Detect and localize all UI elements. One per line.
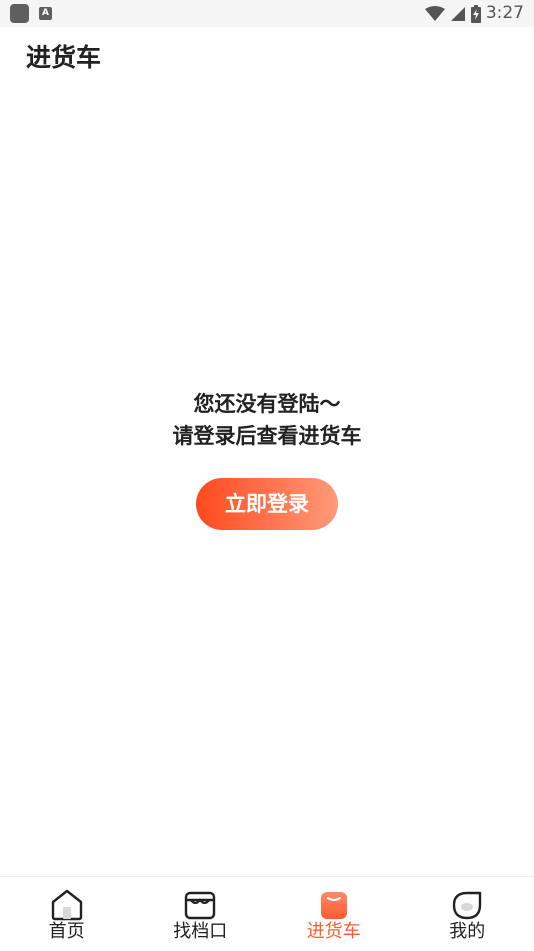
page-title: 进货车	[26, 41, 101, 75]
tab-label: 首页	[0, 921, 134, 943]
battery-icon	[471, 5, 481, 23]
empty-state: 您还没有登陆～ 请登录后查看进货车	[0, 388, 534, 452]
profile-icon	[450, 889, 484, 921]
tab-mine[interactable]: 我的	[401, 877, 534, 951]
status-right: 3:27	[425, 3, 524, 24]
signal-icon	[450, 6, 466, 22]
cart-bag-icon	[317, 889, 351, 921]
store-icon	[183, 889, 217, 921]
tab-home[interactable]: 首页	[0, 877, 134, 951]
empty-state-line-1: 您还没有登陆～	[0, 388, 534, 420]
wifi-icon	[425, 6, 445, 22]
status-left: A	[10, 4, 52, 23]
app-notification-icon	[10, 4, 29, 23]
home-icon	[50, 889, 84, 921]
status-time: 3:27	[486, 3, 524, 24]
tab-label: 找档口	[134, 921, 268, 943]
bottom-tab-bar: 首页 找档口 进货车 我的	[0, 876, 534, 951]
keyboard-a-icon: A	[39, 7, 52, 20]
tab-cart[interactable]: 进货车	[267, 877, 401, 951]
login-button[interactable]: 立即登录	[196, 478, 338, 530]
empty-state-line-2: 请登录后查看进货车	[0, 420, 534, 452]
tab-find-stall[interactable]: 找档口	[134, 877, 268, 951]
status-bar: A 3:27	[0, 0, 534, 27]
tab-label: 进货车	[267, 921, 401, 943]
tab-label: 我的	[401, 921, 534, 943]
